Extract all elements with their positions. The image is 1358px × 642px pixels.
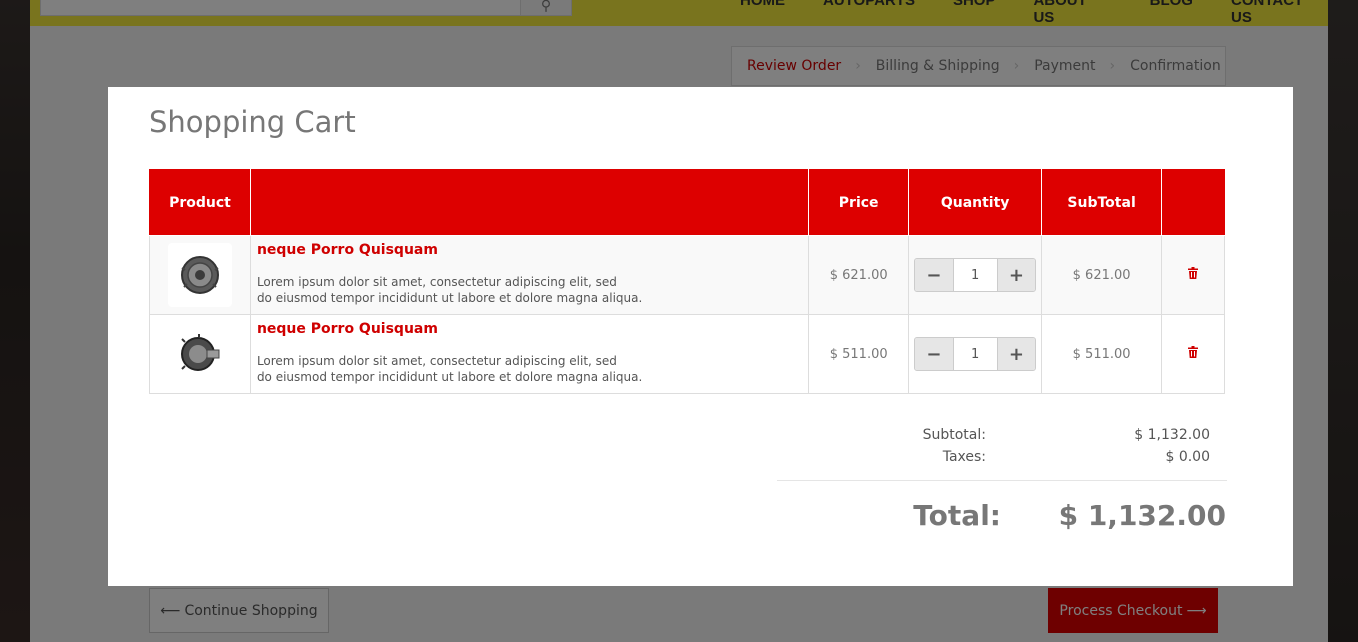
table-row: neque Porro Quisquam Lorem ipsum dolor s… — [149, 314, 1225, 394]
product-description-line: do eiusmod tempor incididunt ut labore e… — [256, 291, 643, 305]
decrease-quantity-button[interactable]: − — [915, 259, 953, 291]
remove-cell — [1161, 235, 1225, 315]
minus-icon: − — [926, 343, 942, 365]
header-price: Price — [808, 169, 910, 236]
product-description-cell: neque Porro Quisquam Lorem ipsum dolor s… — [249, 235, 810, 315]
product-description-cell: neque Porro Quisquam Lorem ipsum dolor s… — [249, 314, 810, 394]
product-thumbnail[interactable] — [167, 322, 232, 386]
trash-icon[interactable] — [1188, 346, 1199, 362]
remove-cell — [1161, 314, 1225, 394]
subtotal-row: Subtotal: $ 1,132.00 — [777, 427, 1227, 449]
subtotal-label: Subtotal: — [922, 427, 986, 443]
header-product: Product — [149, 169, 251, 236]
modal-title: Shopping Cart — [149, 105, 356, 139]
trash-icon[interactable] — [1188, 267, 1199, 283]
increase-quantity-button[interactable]: + — [997, 259, 1036, 291]
header-remove — [1161, 169, 1225, 236]
clutch-part-icon — [180, 334, 220, 371]
product-subtotal: $ 621.00 — [1041, 235, 1163, 315]
quantity-input[interactable] — [952, 259, 998, 291]
taxes-value: $ 0.00 — [1165, 449, 1210, 465]
quantity-stepper: − + — [914, 337, 1037, 371]
table-row: neque Porro Quisquam Lorem ipsum dolor s… — [149, 235, 1225, 315]
product-description-line: Lorem ipsum dolor sit amet, consectetur … — [256, 275, 617, 289]
quantity-stepper: − + — [914, 258, 1037, 292]
taxes-row: Taxes: $ 0.00 — [777, 449, 1227, 471]
cart-totals: Subtotal: $ 1,132.00 Taxes: $ 0.00 Total… — [777, 427, 1227, 532]
totals-divider — [777, 480, 1227, 481]
product-description-line: Lorem ipsum dolor sit amet, consectetur … — [256, 354, 617, 368]
header-quantity: Quantity — [908, 169, 1043, 236]
product-price: $ 621.00 — [808, 235, 910, 315]
clutch-part-icon — [180, 256, 219, 294]
product-description-line: do eiusmod tempor incididunt ut labore e… — [256, 370, 643, 384]
header-subtotal: SubTotal — [1041, 169, 1163, 236]
quantity-input[interactable] — [952, 338, 998, 370]
total-row: Total: $ 1,132.00 — [777, 499, 1227, 532]
plus-icon: + — [1008, 264, 1024, 286]
product-name-link[interactable]: neque Porro Quisquam — [257, 321, 802, 337]
quantity-cell: − + — [908, 235, 1043, 315]
cart-table: Product Price Quantity SubTotal neque Po… — [149, 169, 1225, 394]
taxes-label: Taxes: — [942, 449, 986, 465]
total-label: Total: — [913, 499, 1001, 532]
decrease-quantity-button[interactable]: − — [915, 338, 953, 370]
total-value: $ 1,132.00 — [1058, 499, 1226, 532]
product-thumbnail[interactable] — [167, 243, 232, 307]
subtotal-value: $ 1,132.00 — [1134, 427, 1210, 443]
header-description — [249, 169, 810, 236]
product-price: $ 511.00 — [808, 314, 910, 394]
product-name-link[interactable]: neque Porro Quisquam — [257, 242, 802, 258]
increase-quantity-button[interactable]: + — [997, 338, 1036, 370]
cart-table-header: Product Price Quantity SubTotal — [149, 169, 1225, 236]
product-image-cell — [149, 235, 251, 315]
product-image-cell — [149, 314, 251, 394]
minus-icon: − — [926, 264, 942, 286]
quantity-cell: − + — [908, 314, 1043, 394]
shopping-cart-modal: Shopping Cart Product Price Quantity Sub… — [108, 87, 1293, 586]
product-subtotal: $ 511.00 — [1041, 314, 1163, 394]
plus-icon: + — [1008, 343, 1024, 365]
